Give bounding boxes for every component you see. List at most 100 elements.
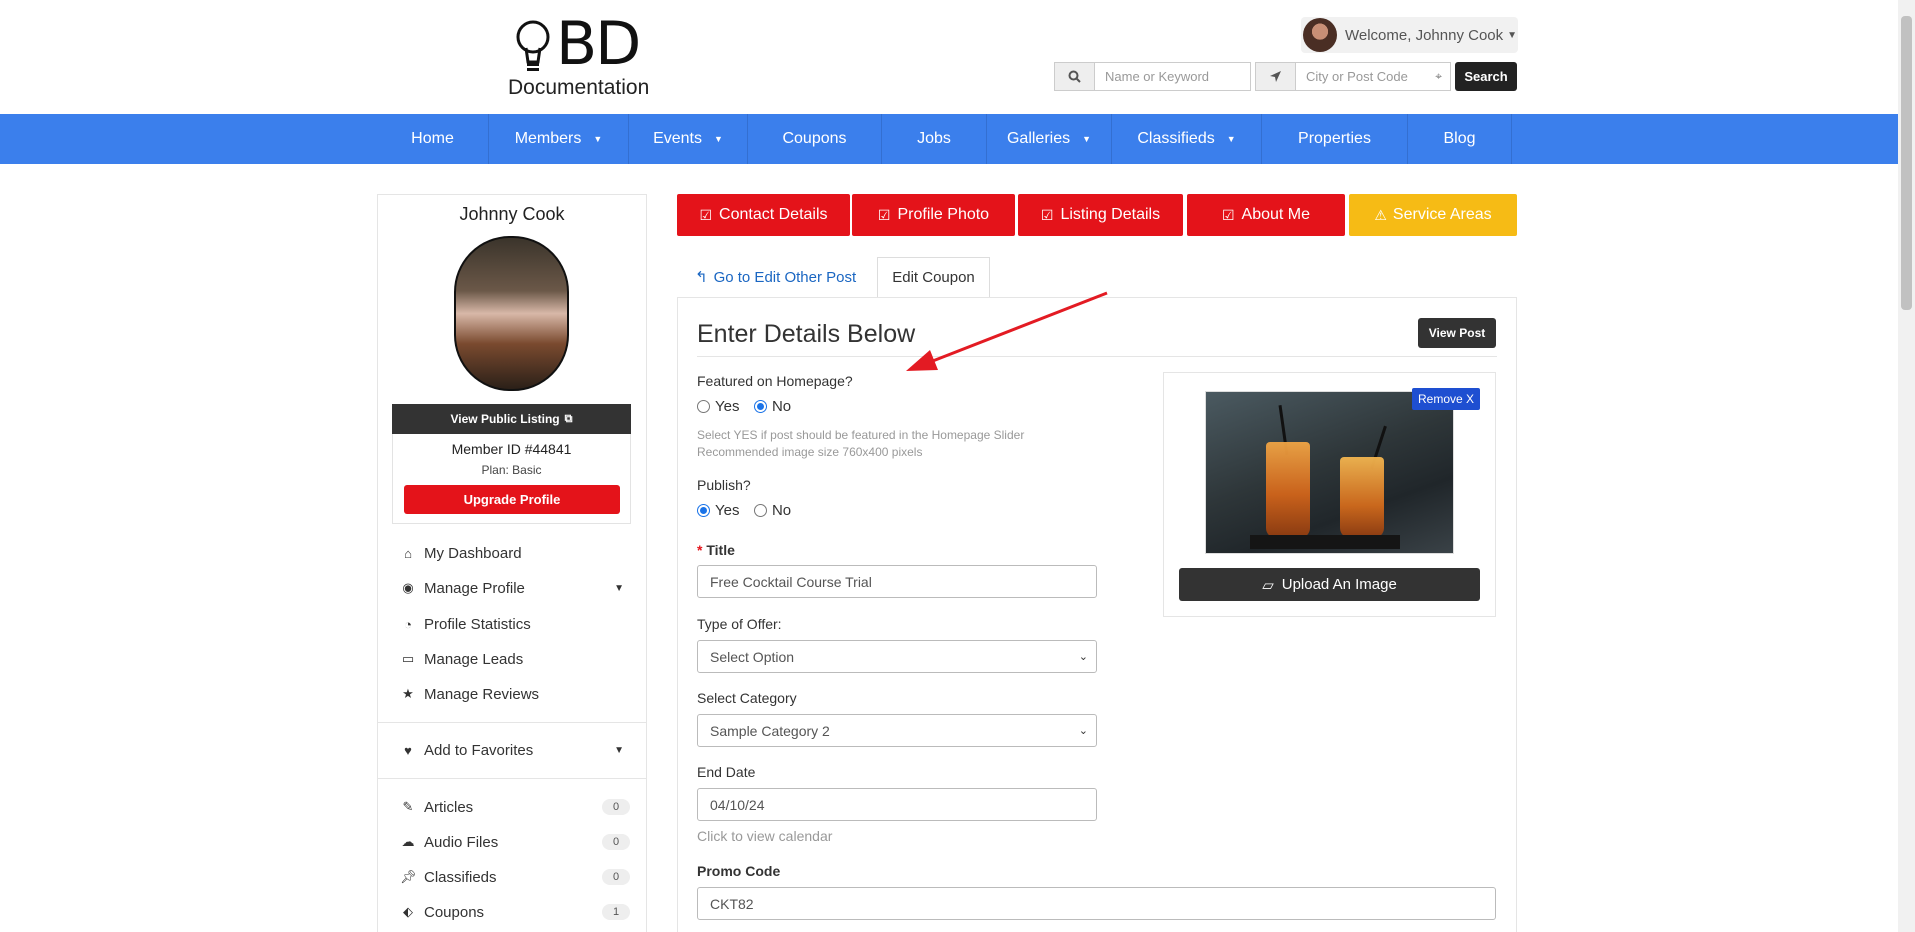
radio-label: Yes bbox=[715, 502, 740, 519]
sidebar-item-coupons[interactable]: ⬖ Coupons 1 bbox=[400, 901, 630, 923]
sidebar-item-profile-statistics[interactable]: ◔ Profile Statistics bbox=[400, 613, 630, 635]
caret-down-icon: ▼ bbox=[1507, 29, 1518, 41]
radio-label: Yes bbox=[715, 398, 740, 415]
sidebar-item-manage-leads[interactable]: ▭ Manage Leads bbox=[400, 648, 630, 670]
tab-edit-coupon[interactable]: Edit Coupon bbox=[877, 257, 990, 297]
offer-type-value: Select Option bbox=[710, 648, 795, 665]
dropdown-arrow-icon: ▼ bbox=[714, 134, 723, 144]
promo-code-input[interactable]: CKT82 bbox=[697, 887, 1496, 920]
publish-no-radio[interactable] bbox=[753, 504, 767, 517]
chevron-down-icon: ⌄ bbox=[1078, 725, 1088, 737]
sidebar-item-label: My Dashboard bbox=[424, 544, 522, 562]
title-value: Free Cocktail Course Trial bbox=[710, 573, 872, 590]
tab-service-areas[interactable]: ⚠ Service Areas bbox=[1349, 194, 1517, 236]
nav-coupons[interactable]: Coupons bbox=[748, 114, 882, 164]
tab-listing-details[interactable]: ☑ Listing Details bbox=[1018, 194, 1183, 236]
nav-label: Jobs bbox=[917, 130, 951, 147]
star-icon: ★ bbox=[402, 686, 414, 701]
tab-about-me[interactable]: ☑ About Me bbox=[1187, 194, 1345, 236]
sidebar-item-label: Profile Statistics bbox=[424, 615, 531, 633]
dropdown-arrow-icon: ▼ bbox=[593, 134, 603, 144]
divider bbox=[697, 356, 1497, 357]
nav-members[interactable]: Members ▼ bbox=[489, 114, 629, 164]
nav-properties[interactable]: Properties bbox=[1262, 114, 1408, 164]
subtab-label: Go to Edit Other Post bbox=[713, 268, 857, 286]
upgrade-profile-button[interactable]: Upgrade Profile bbox=[404, 485, 620, 514]
sidebar-item-audio-files[interactable]: ☁ Audio Files 0 bbox=[400, 831, 630, 853]
divider bbox=[377, 722, 647, 723]
tab-label: Listing Details bbox=[1060, 206, 1161, 223]
go-to-edit-other-post-link[interactable]: ↰ Go to Edit Other Post bbox=[695, 257, 856, 297]
count-badge: 0 bbox=[602, 799, 630, 815]
nav-galleries[interactable]: Galleries ▼ bbox=[987, 114, 1112, 164]
promo-code-label: Promo Code bbox=[697, 863, 781, 879]
logo-subtitle[interactable]: Documentation bbox=[508, 76, 649, 100]
form-heading: Enter Details Below bbox=[697, 320, 916, 348]
search-button[interactable]: Search bbox=[1455, 62, 1517, 91]
crosshair-icon[interactable]: ⌖ bbox=[1435, 69, 1442, 84]
nav-label: Properties bbox=[1298, 130, 1371, 147]
count-badge: 0 bbox=[602, 834, 630, 850]
view-public-listing-button[interactable]: View Public Listing ⧉ bbox=[392, 404, 631, 434]
end-date-label: End Date bbox=[697, 764, 756, 780]
sidebar-item-manage-reviews[interactable]: ★ Manage Reviews bbox=[400, 683, 630, 705]
search-keyword-input[interactable]: Name or Keyword bbox=[1094, 62, 1251, 91]
nav-label: Events bbox=[653, 130, 702, 147]
check-square-icon: ☑ bbox=[1040, 206, 1054, 223]
tab-profile-photo[interactable]: ☑ Profile Photo bbox=[852, 194, 1015, 236]
title-label: * Title bbox=[697, 542, 735, 558]
sidebar-item-manage-profile[interactable]: ◉ Manage Profile ▼ bbox=[400, 577, 630, 599]
image-detail bbox=[1266, 442, 1310, 538]
sidebar-item-label: Coupons bbox=[424, 903, 485, 921]
nav-classifieds[interactable]: Classifieds ▼ bbox=[1112, 114, 1262, 164]
featured-no-radio[interactable] bbox=[753, 400, 767, 413]
nav-events[interactable]: Events ▼ bbox=[629, 114, 748, 164]
view-public-listing-label: View Public Listing bbox=[450, 412, 560, 426]
search-keyword-placeholder: Name or Keyword bbox=[1105, 69, 1210, 84]
lightbulb-logo-icon bbox=[516, 20, 550, 71]
featured-help-1: Select YES if post should be featured in… bbox=[697, 428, 1025, 442]
nav-label: Coupons bbox=[782, 130, 847, 147]
location-arrow-icon bbox=[1255, 62, 1296, 91]
publish-yes-radio[interactable] bbox=[697, 504, 710, 517]
upload-label: Upload An Image bbox=[1281, 576, 1397, 593]
nav-home[interactable]: Home bbox=[377, 114, 489, 164]
welcome-menu[interactable]: Welcome, Johnny Cook ▼ bbox=[1301, 17, 1518, 53]
view-post-button[interactable]: View Post bbox=[1418, 318, 1496, 348]
avatar bbox=[1303, 18, 1337, 52]
category-select[interactable]: Sample Category 2 ⌄ bbox=[697, 714, 1097, 747]
check-square-icon: ☑ bbox=[877, 206, 891, 223]
heart-icon: ♥ bbox=[404, 742, 412, 758]
nav-label: Members bbox=[514, 130, 582, 147]
nav-jobs[interactable]: Jobs bbox=[882, 114, 987, 164]
featured-radio-group: Yes No bbox=[697, 398, 801, 416]
sidebar-item-dashboard[interactable]: ⌂ My Dashboard bbox=[400, 542, 630, 564]
title-input[interactable]: Free Cocktail Course Trial bbox=[697, 565, 1097, 598]
search-location-input[interactable]: City or Post Code ⌖ bbox=[1295, 62, 1451, 91]
upload-image-button[interactable]: ▱ Upload An Image bbox=[1179, 568, 1480, 601]
featured-yes-radio[interactable] bbox=[697, 400, 710, 413]
logo-text[interactable]: BD bbox=[556, 14, 641, 74]
member-name: Johnny Cook bbox=[459, 204, 565, 224]
remove-image-button[interactable]: Remove X bbox=[1412, 388, 1480, 410]
tab-label: Service Areas bbox=[1392, 206, 1492, 223]
subtab-label: Edit Coupon bbox=[892, 269, 975, 286]
sidebar-item-articles[interactable]: ✎ Articles 0 bbox=[400, 796, 630, 818]
welcome-text: Welcome, Johnny Cook bbox=[1345, 26, 1504, 44]
dropdown-arrow-icon: ▼ bbox=[1226, 134, 1236, 144]
sidebar-item-add-to-favorites[interactable]: ♥ Add to Favorites ▼ bbox=[400, 739, 630, 761]
radio-label: No bbox=[771, 398, 792, 415]
tab-label: About Me bbox=[1241, 206, 1311, 223]
search-icon bbox=[1054, 62, 1095, 91]
folder-open-icon: ▭ bbox=[401, 651, 415, 666]
nav-blog[interactable]: Blog bbox=[1408, 114, 1512, 164]
tab-contact-details[interactable]: ☑ Contact Details bbox=[677, 194, 850, 236]
category-value: Sample Category 2 bbox=[710, 722, 830, 739]
title-label-text: Title bbox=[706, 542, 735, 558]
user-circle-icon: ◉ bbox=[402, 580, 414, 595]
main-nav: Home Members ▼ Events ▼ Coupons Jobs Galle… bbox=[0, 114, 1898, 164]
offer-type-select[interactable]: Select Option ⌄ bbox=[697, 640, 1097, 673]
sidebar-item-classifieds[interactable]: 📌︎ Classifieds 0 bbox=[400, 866, 630, 888]
scrollbar-thumb[interactable] bbox=[1901, 16, 1912, 310]
end-date-input[interactable]: 04/10/24 bbox=[697, 788, 1097, 821]
